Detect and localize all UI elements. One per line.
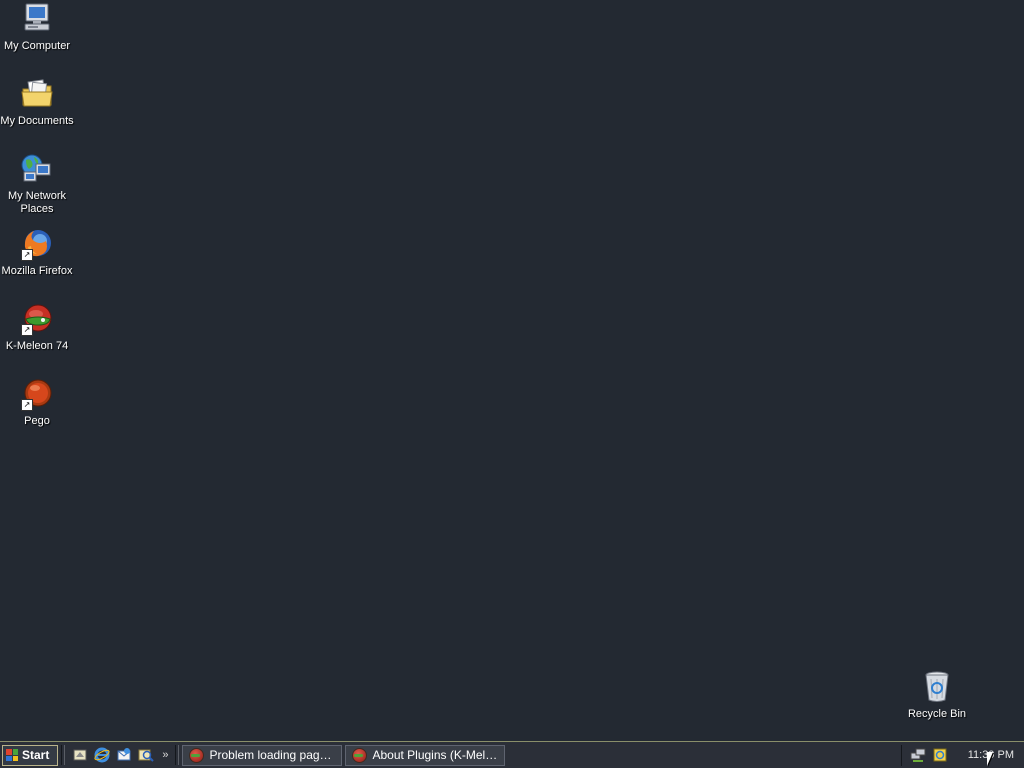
- desktop-icon-label: Mozilla Firefox: [1, 265, 73, 277]
- kmeleon-icon: ↗: [20, 302, 54, 336]
- taskbar: Start » Problem loading page (About Plu…: [0, 741, 1024, 768]
- shortcut-arrow-icon: ↗: [21, 399, 33, 411]
- pego-icon: ↗: [20, 377, 54, 411]
- desktop-icon-pego[interactable]: ↗ Pego: [0, 377, 74, 428]
- start-label: Start: [22, 748, 50, 762]
- quick-launch-bar: »: [68, 747, 172, 763]
- start-button[interactable]: Start: [2, 744, 59, 766]
- desktop-icon-label: My Computer: [3, 40, 71, 52]
- kmeleon-icon: [189, 747, 205, 763]
- update-tray-icon[interactable]: [932, 747, 948, 763]
- recycle-bin-icon: [920, 670, 954, 704]
- system-tray: 11:30 PM: [900, 744, 1024, 766]
- desktop-icon-my-network-places[interactable]: My Network Places: [0, 152, 74, 216]
- desktop-icon-my-documents[interactable]: My Documents: [0, 77, 74, 128]
- desktop-icon-my-computer[interactable]: My Computer: [0, 2, 74, 53]
- desktop-icon-label: My Documents: [0, 115, 74, 127]
- desktop-icon-recycle-bin[interactable]: Recycle Bin: [900, 670, 974, 721]
- internet-explorer-icon[interactable]: [94, 747, 110, 763]
- desktop-icon-label: K-Meleon 74: [5, 340, 69, 352]
- desktop-icon-label: My Network Places: [7, 190, 67, 215]
- taskbar-button-label: Problem loading page (K-...: [209, 748, 335, 762]
- kmeleon-icon: [352, 747, 368, 763]
- outlook-express-icon[interactable]: [116, 747, 132, 763]
- my-documents-icon: [20, 77, 54, 111]
- taskbar-button-problem-loading-page[interactable]: Problem loading page (K-...: [182, 744, 343, 766]
- quick-launch-overflow-chevron-icon[interactable]: »: [162, 749, 168, 761]
- shortcut-arrow-icon: ↗: [21, 324, 33, 336]
- taskbar-button-about-plugins[interactable]: About Plugins (K-Meleon): [345, 744, 506, 766]
- desktop-icon-label: Recycle Bin: [907, 708, 967, 720]
- desktop-icon-k-meleon-74[interactable]: ↗ K-Meleon 74: [0, 302, 74, 353]
- windows-logo-icon: [6, 749, 18, 761]
- mouse-cursor-icon: [987, 752, 993, 766]
- desktop[interactable]: My Computer My Documents My Network Plac…: [0, 0, 1024, 741]
- my-computer-icon: [20, 2, 54, 36]
- desktop-icon-label: Pego: [24, 415, 50, 427]
- firefox-icon: ↗: [20, 227, 54, 261]
- taskbar-separator: [61, 745, 66, 765]
- desktop-icon-mozilla-firefox[interactable]: ↗ Mozilla Firefox: [0, 227, 74, 278]
- shortcut-arrow-icon: ↗: [21, 249, 33, 261]
- network-tray-icon[interactable]: [910, 747, 926, 763]
- taskbar-separator: [175, 745, 180, 765]
- taskbar-button-label: About Plugins (K-Meleon): [372, 748, 499, 762]
- network-places-icon: [20, 152, 54, 186]
- show-desktop-icon[interactable]: [72, 747, 88, 763]
- search-icon[interactable]: [138, 747, 155, 763]
